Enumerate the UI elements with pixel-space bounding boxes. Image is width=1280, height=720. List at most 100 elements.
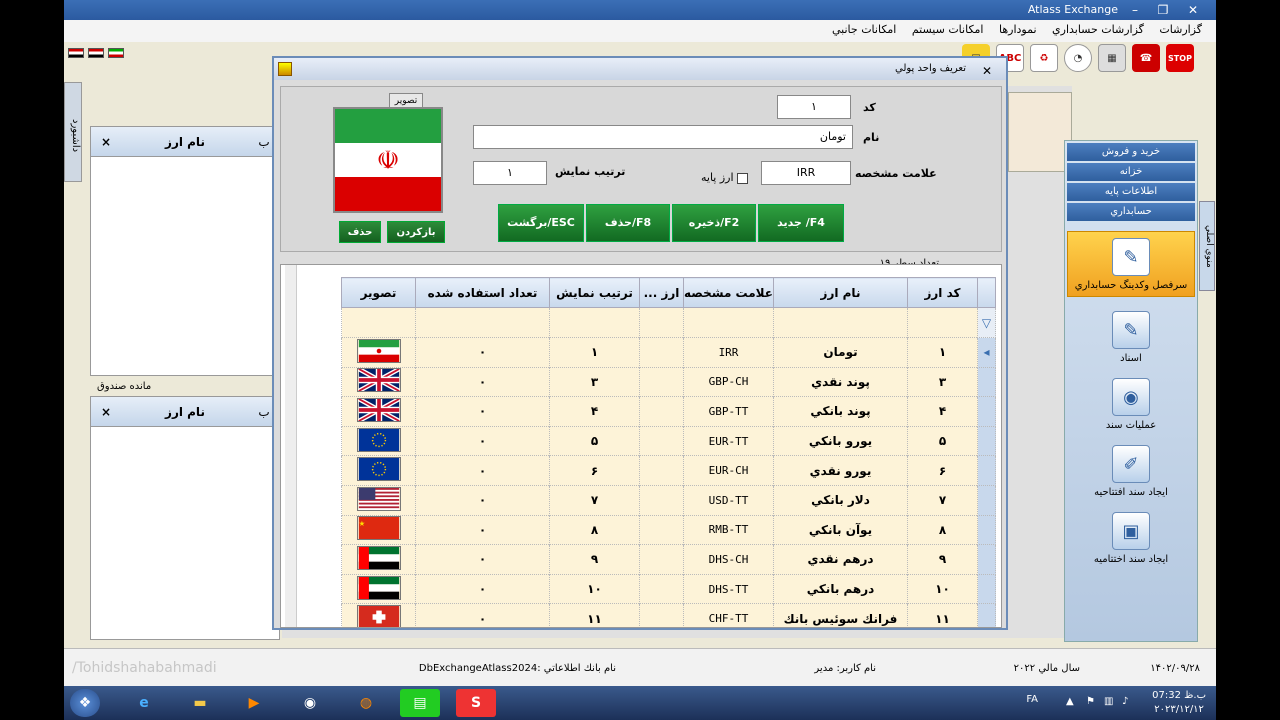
- cell-symbol[interactable]: GBP-TT: [683, 396, 774, 427]
- app-s-icon[interactable]: S: [456, 689, 496, 717]
- cell-symbol[interactable]: EUR-CH: [683, 455, 774, 486]
- sidebar-item-closing-doc[interactable]: ▣ ايجاد سند اختتاميه: [1065, 512, 1197, 565]
- cell-symbol[interactable]: RMB-TT: [683, 514, 774, 546]
- cell-order[interactable]: ٣: [549, 366, 640, 398]
- cell-symbol[interactable]: GBP-CH: [683, 366, 774, 398]
- cell-name[interactable]: تومان: [773, 337, 908, 368]
- cell-used[interactable]: ٠: [415, 337, 550, 368]
- cell-order[interactable]: ۶: [549, 455, 640, 486]
- col-code[interactable]: كد ارز: [907, 277, 978, 308]
- cell-used[interactable]: ٠: [415, 544, 550, 575]
- cell-name[interactable]: پوند بانكي: [773, 396, 908, 427]
- close-button[interactable]: ✕: [1182, 2, 1204, 18]
- col-symbol[interactable]: علامت مشخصه: [683, 277, 774, 308]
- cell-name[interactable]: يوآن بانكي: [773, 514, 908, 546]
- dashboard-tab[interactable]: داشبورد: [64, 82, 82, 182]
- filter-cell[interactable]: [773, 307, 908, 338]
- filter-cell[interactable]: [683, 307, 774, 338]
- accounting-coding-button[interactable]: ✎ سرفصل وكدينگ حسابداري: [1067, 231, 1195, 297]
- filter-cell[interactable]: [907, 307, 978, 338]
- filter-icon[interactable]: ▽: [977, 307, 996, 338]
- clock[interactable]: 07:32 ب.ظ ٢٠٢٣/١٢/١٢: [1152, 689, 1206, 717]
- back-button[interactable]: برگشت/ESC: [498, 204, 584, 242]
- cell-order[interactable]: ۴: [549, 396, 640, 427]
- col-image[interactable]: تصوير: [341, 277, 416, 308]
- cell-code[interactable]: ٩: [907, 544, 978, 575]
- cell-image[interactable]: [341, 484, 416, 516]
- clock-icon[interactable]: ◔: [1064, 44, 1092, 72]
- cell-used[interactable]: ٠: [415, 396, 550, 427]
- cell-used[interactable]: ٠: [415, 514, 550, 546]
- row-indicator[interactable]: ◂: [977, 337, 996, 368]
- table-row[interactable]: ١٠ درهم بانكي DHS-TT ١٠ ٠: [341, 573, 996, 605]
- recycle-icon[interactable]: ♻: [1030, 44, 1058, 72]
- sidebar-tab-treasury[interactable]: خزانه: [1067, 163, 1195, 181]
- row-indicator[interactable]: [977, 425, 996, 457]
- row-indicator[interactable]: [977, 455, 996, 486]
- start-icon[interactable]: ❖: [70, 689, 100, 717]
- delete-image-button[interactable]: حذف: [339, 221, 381, 243]
- cell-image[interactable]: [341, 396, 416, 427]
- sidebar-item-doc-ops[interactable]: ◉ عمليات سند: [1065, 378, 1197, 431]
- row-indicator[interactable]: [977, 603, 996, 627]
- app-green-icon[interactable]: ▤: [400, 689, 440, 717]
- close-icon[interactable]: ×: [91, 405, 121, 419]
- media-icon[interactable]: ▶: [234, 689, 274, 717]
- cell-code[interactable]: ١٠: [907, 573, 978, 605]
- table-row[interactable]: ٩ درهم نقدي DHS-CH ٩ ٠: [341, 544, 996, 575]
- code-field[interactable]: ١: [777, 95, 851, 119]
- col-base[interactable]: ارز ...: [639, 277, 684, 308]
- cell-symbol[interactable]: IRR: [683, 337, 774, 368]
- cell-order[interactable]: ١١: [549, 603, 640, 627]
- minimize-button[interactable]: –: [1124, 2, 1146, 18]
- language-indicator[interactable]: FA: [1026, 694, 1038, 705]
- cell-symbol[interactable]: EUR-TT: [683, 425, 774, 457]
- cell-used[interactable]: ٠: [415, 455, 550, 486]
- cell-name[interactable]: فرانك سوئيس بانك: [773, 603, 908, 627]
- cell-code[interactable]: ٨: [907, 514, 978, 546]
- sidebar-tab-accounting[interactable]: حسابداري: [1067, 203, 1195, 221]
- menu-charts[interactable]: نمودارها: [993, 20, 1043, 39]
- main-menu-tab[interactable]: منوي اصلي: [1199, 201, 1215, 291]
- save-button[interactable]: ذخيره/F2: [672, 204, 756, 242]
- cell-image[interactable]: [341, 603, 416, 627]
- table-row[interactable]: ٧ دلار بانكي USD-TT ٧ ٠: [341, 484, 996, 516]
- firefox-icon[interactable]: ◍: [346, 689, 386, 717]
- cell-image[interactable]: [341, 425, 416, 457]
- cell-base[interactable]: [639, 544, 684, 575]
- cell-used[interactable]: ٠: [415, 603, 550, 627]
- cell-base[interactable]: [639, 514, 684, 546]
- volume-icon[interactable]: ♪: [1122, 696, 1134, 708]
- table-row[interactable]: ۶ يورو نقدي EUR-CH ۶ ٠: [341, 455, 996, 486]
- cell-base[interactable]: [639, 425, 684, 457]
- cell-order[interactable]: ١: [549, 337, 640, 368]
- grid-scrollbar[interactable]: [285, 265, 297, 627]
- table-row[interactable]: ۴ پوند بانكي GBP-TT ۴ ٠: [341, 396, 996, 427]
- restore-button[interactable]: ❐: [1152, 2, 1174, 18]
- calculator-icon[interactable]: ▦: [1098, 44, 1126, 72]
- menu-reports[interactable]: گزارشات: [1153, 20, 1208, 39]
- table-row[interactable]: ◂ ١ تومان IRR ١ ٠: [341, 337, 996, 368]
- cell-code[interactable]: ۵: [907, 425, 978, 457]
- table-row[interactable]: ۵ يورو بانكي EUR-TT ۵ ٠: [341, 425, 996, 457]
- cell-symbol[interactable]: DHS-TT: [683, 573, 774, 605]
- cell-code[interactable]: ٧: [907, 484, 978, 516]
- cell-order[interactable]: ١٠: [549, 573, 640, 605]
- delete-button[interactable]: حذف/F8: [586, 204, 670, 242]
- menu-system[interactable]: امكانات سيستم: [906, 20, 990, 39]
- cell-name[interactable]: يورو نقدي: [773, 455, 908, 486]
- name-field[interactable]: تومان: [473, 125, 853, 149]
- cell-order[interactable]: ٧: [549, 484, 640, 516]
- cell-used[interactable]: ٠: [415, 425, 550, 457]
- cell-name[interactable]: دلار بانكي: [773, 484, 908, 516]
- row-indicator[interactable]: [977, 514, 996, 546]
- cell-code[interactable]: ۶: [907, 455, 978, 486]
- cell-used[interactable]: ٠: [415, 573, 550, 605]
- filter-cell[interactable]: [341, 307, 416, 338]
- cell-base[interactable]: [639, 337, 684, 368]
- cell-image[interactable]: ★: [341, 514, 416, 546]
- table-row[interactable]: ٣ پوند نقدي GBP-CH ٣ ٠: [341, 366, 996, 398]
- dialog-close-button[interactable]: ✕: [978, 60, 996, 78]
- new-button[interactable]: جديد /F4: [758, 204, 844, 242]
- col-name[interactable]: نام ارز: [773, 277, 908, 308]
